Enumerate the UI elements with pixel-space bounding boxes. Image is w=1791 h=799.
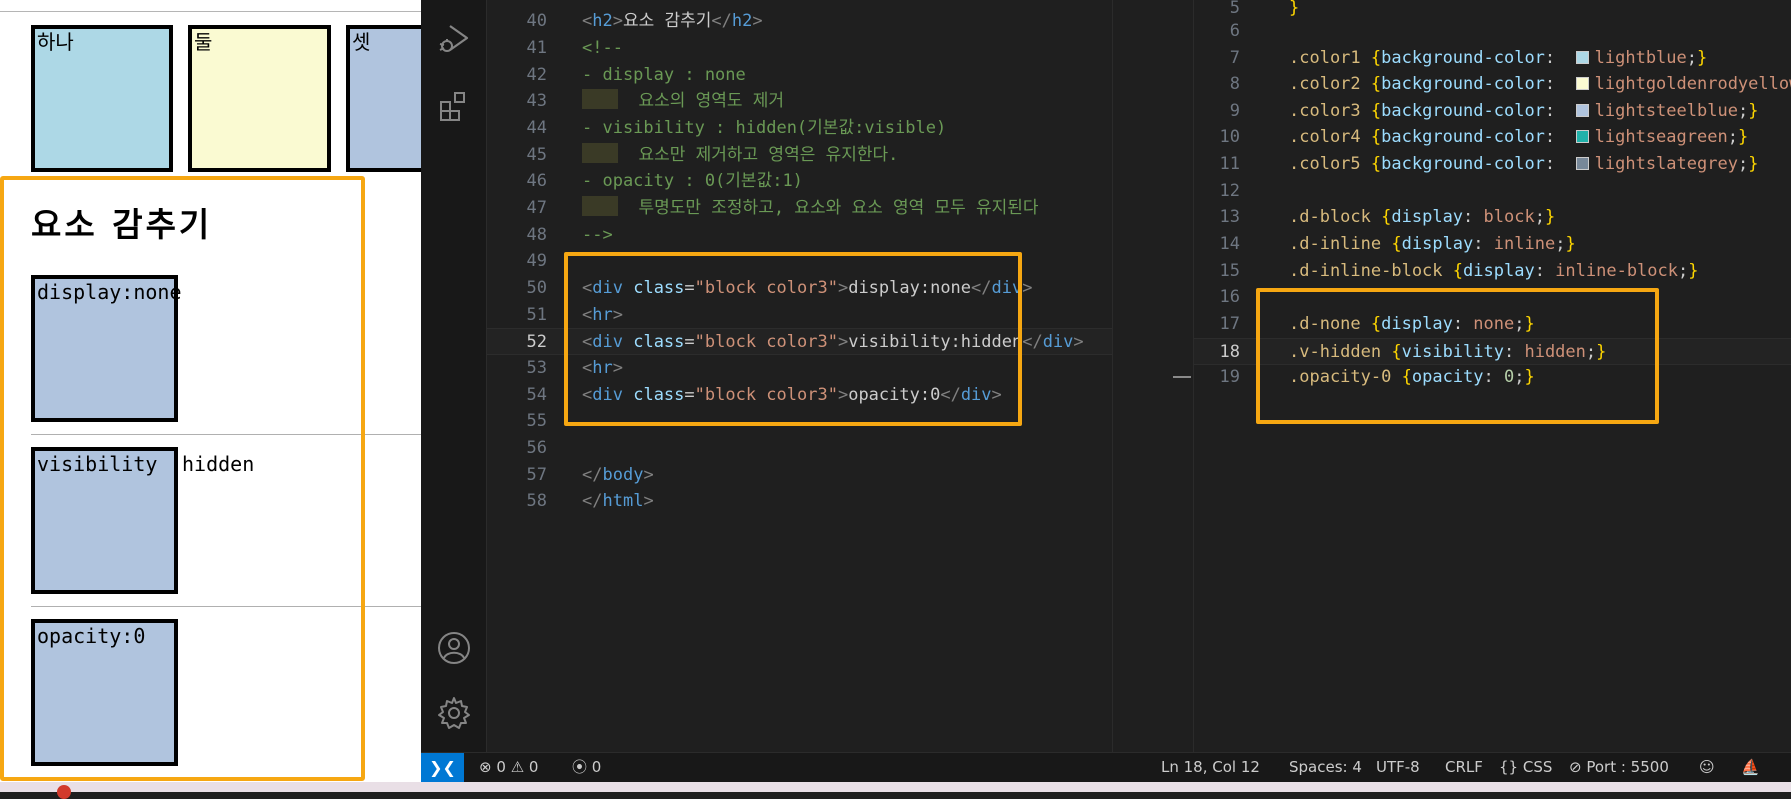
run-debug-icon[interactable] xyxy=(436,20,472,56)
encoding[interactable]: UTF-8 xyxy=(1376,753,1420,782)
color-swatch[interactable] xyxy=(1575,157,1589,170)
broadcast-icon: ⦿ xyxy=(572,758,588,776)
color-swatch[interactable] xyxy=(1575,77,1589,90)
no-entry-icon: ⊘ xyxy=(1569,758,1582,776)
preview-box-1: 하나 xyxy=(31,25,173,172)
sash-handle[interactable] xyxy=(1173,376,1191,378)
problems-indicator[interactable]: ⊗ 0 ⚠ 0 xyxy=(479,753,538,782)
cursor-position[interactable]: Ln 18, Col 12 xyxy=(1161,753,1260,782)
color-swatch[interactable] xyxy=(1575,51,1589,64)
line-ending[interactable]: CRLF xyxy=(1445,753,1483,782)
remote-icon: ❯❮ xyxy=(429,758,456,777)
live-server-port[interactable]: ⊘ Port : 5500 xyxy=(1569,753,1669,782)
highlight-annotation-preview xyxy=(0,176,365,781)
preview-box-2: 둘 xyxy=(188,25,331,172)
color-swatch[interactable] xyxy=(1575,104,1589,117)
taskbar xyxy=(0,782,1791,799)
highlight-annotation-css xyxy=(1256,288,1659,424)
app-icon[interactable] xyxy=(57,785,71,799)
divider xyxy=(0,11,421,12)
braces-icon: {} xyxy=(1499,758,1519,776)
line-number: 40 xyxy=(526,11,547,31)
browser-preview: 하나 둘 셋 요소 감추기 display:none visibility hi… xyxy=(0,0,421,792)
color-swatch[interactable] xyxy=(1575,130,1589,143)
ports-indicator[interactable]: ⦿ 0 xyxy=(572,753,601,782)
language-mode[interactable]: {} CSS xyxy=(1499,753,1552,782)
warning-icon: ⚠ xyxy=(510,758,525,776)
status-bar: ❯❮ ⊗ 0 ⚠ 0 ⦿ 0 Ln 18, Col 12 Spaces: 4 U… xyxy=(421,752,1791,782)
editor-css[interactable]: 5} 6 7 .color1 {background-color: lightbl… xyxy=(1194,0,1791,752)
highlight-annotation-html xyxy=(564,252,1022,426)
account-icon[interactable] xyxy=(436,630,472,666)
gear-icon[interactable] xyxy=(436,695,472,731)
editor-group-divider[interactable] xyxy=(1112,0,1194,752)
notifications-icon[interactable]: ⛵ xyxy=(1741,753,1760,782)
error-icon: ⊗ xyxy=(479,758,492,776)
copilot-icon[interactable]: ☺ xyxy=(1699,753,1715,782)
extensions-icon[interactable] xyxy=(436,88,472,124)
preview-box-3: 셋 xyxy=(346,25,421,172)
indentation[interactable]: Spaces: 4 xyxy=(1289,753,1362,782)
remote-button[interactable]: ❯❮ xyxy=(421,753,464,782)
activity-bar xyxy=(421,0,487,752)
editor-html[interactable]: 40 <h2>요소 감추기</h2> 41 <!-- 42- display : n… xyxy=(487,0,1112,752)
